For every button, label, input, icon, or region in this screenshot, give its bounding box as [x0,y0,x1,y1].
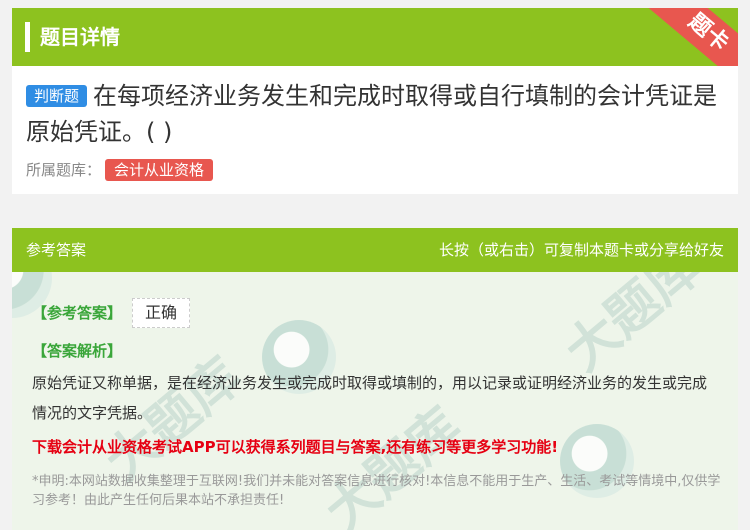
question-bank-label: 所属题库： [26,161,102,179]
question-bank-link[interactable]: 会计从业资格 [105,159,214,181]
answer-label: 【参考答案】 [32,304,123,322]
question-type-badge: 判断题 [26,85,88,107]
analysis-label: 【答案解析】 [32,342,123,360]
analysis-text: 原始凭证又称单据，是在经济业务发生或完成时取得或填制的，用以记录或证明经济业务的… [32,374,708,422]
question-text-block: 判断题 在每项经济业务发生和完成时取得或自行填制的会计凭证是原始凭证。( ) [26,78,731,150]
answer-card: 大题库 大题库 大题库 参考答案 长按（或右击）可复制本题卡或分享给好友 【参考… [12,228,738,530]
disclaimer-text: *申明:本网站数据收集整理于互联网!我们并未能对答案信息进行核对!本信息不能用于… [32,474,721,508]
answer-header-title: 参考答案 [26,241,87,259]
page-title: 题目详情 [40,25,120,49]
share-hint: 长按（或右击）可复制本题卡或分享给好友 [438,241,724,259]
answer-value: 正确 [132,298,191,328]
answer-row: 【参考答案】 正确 [32,298,191,328]
app-promo-link[interactable]: 下载会计从业资格考试APP可以获得系列题目与答案,还有练习等更多学习功能! [32,434,732,460]
answer-header: 参考答案 长按（或右击）可复制本题卡或分享给好友 [12,228,738,272]
corner-ribbon: 题卡 [642,8,738,66]
question-text: 在每项经济业务发生和完成时取得或自行填制的会计凭证是原始凭证。( ) [26,82,718,146]
question-bank-row: 所属题库： 会计从业资格 [26,158,214,182]
header-accent-mark [25,22,30,52]
header-bar: 题目详情 题卡 [12,8,738,66]
question-card: 题目详情 题卡 判断题 在每项经济业务发生和完成时取得或自行填制的会计凭证是原始凭… [12,8,738,194]
